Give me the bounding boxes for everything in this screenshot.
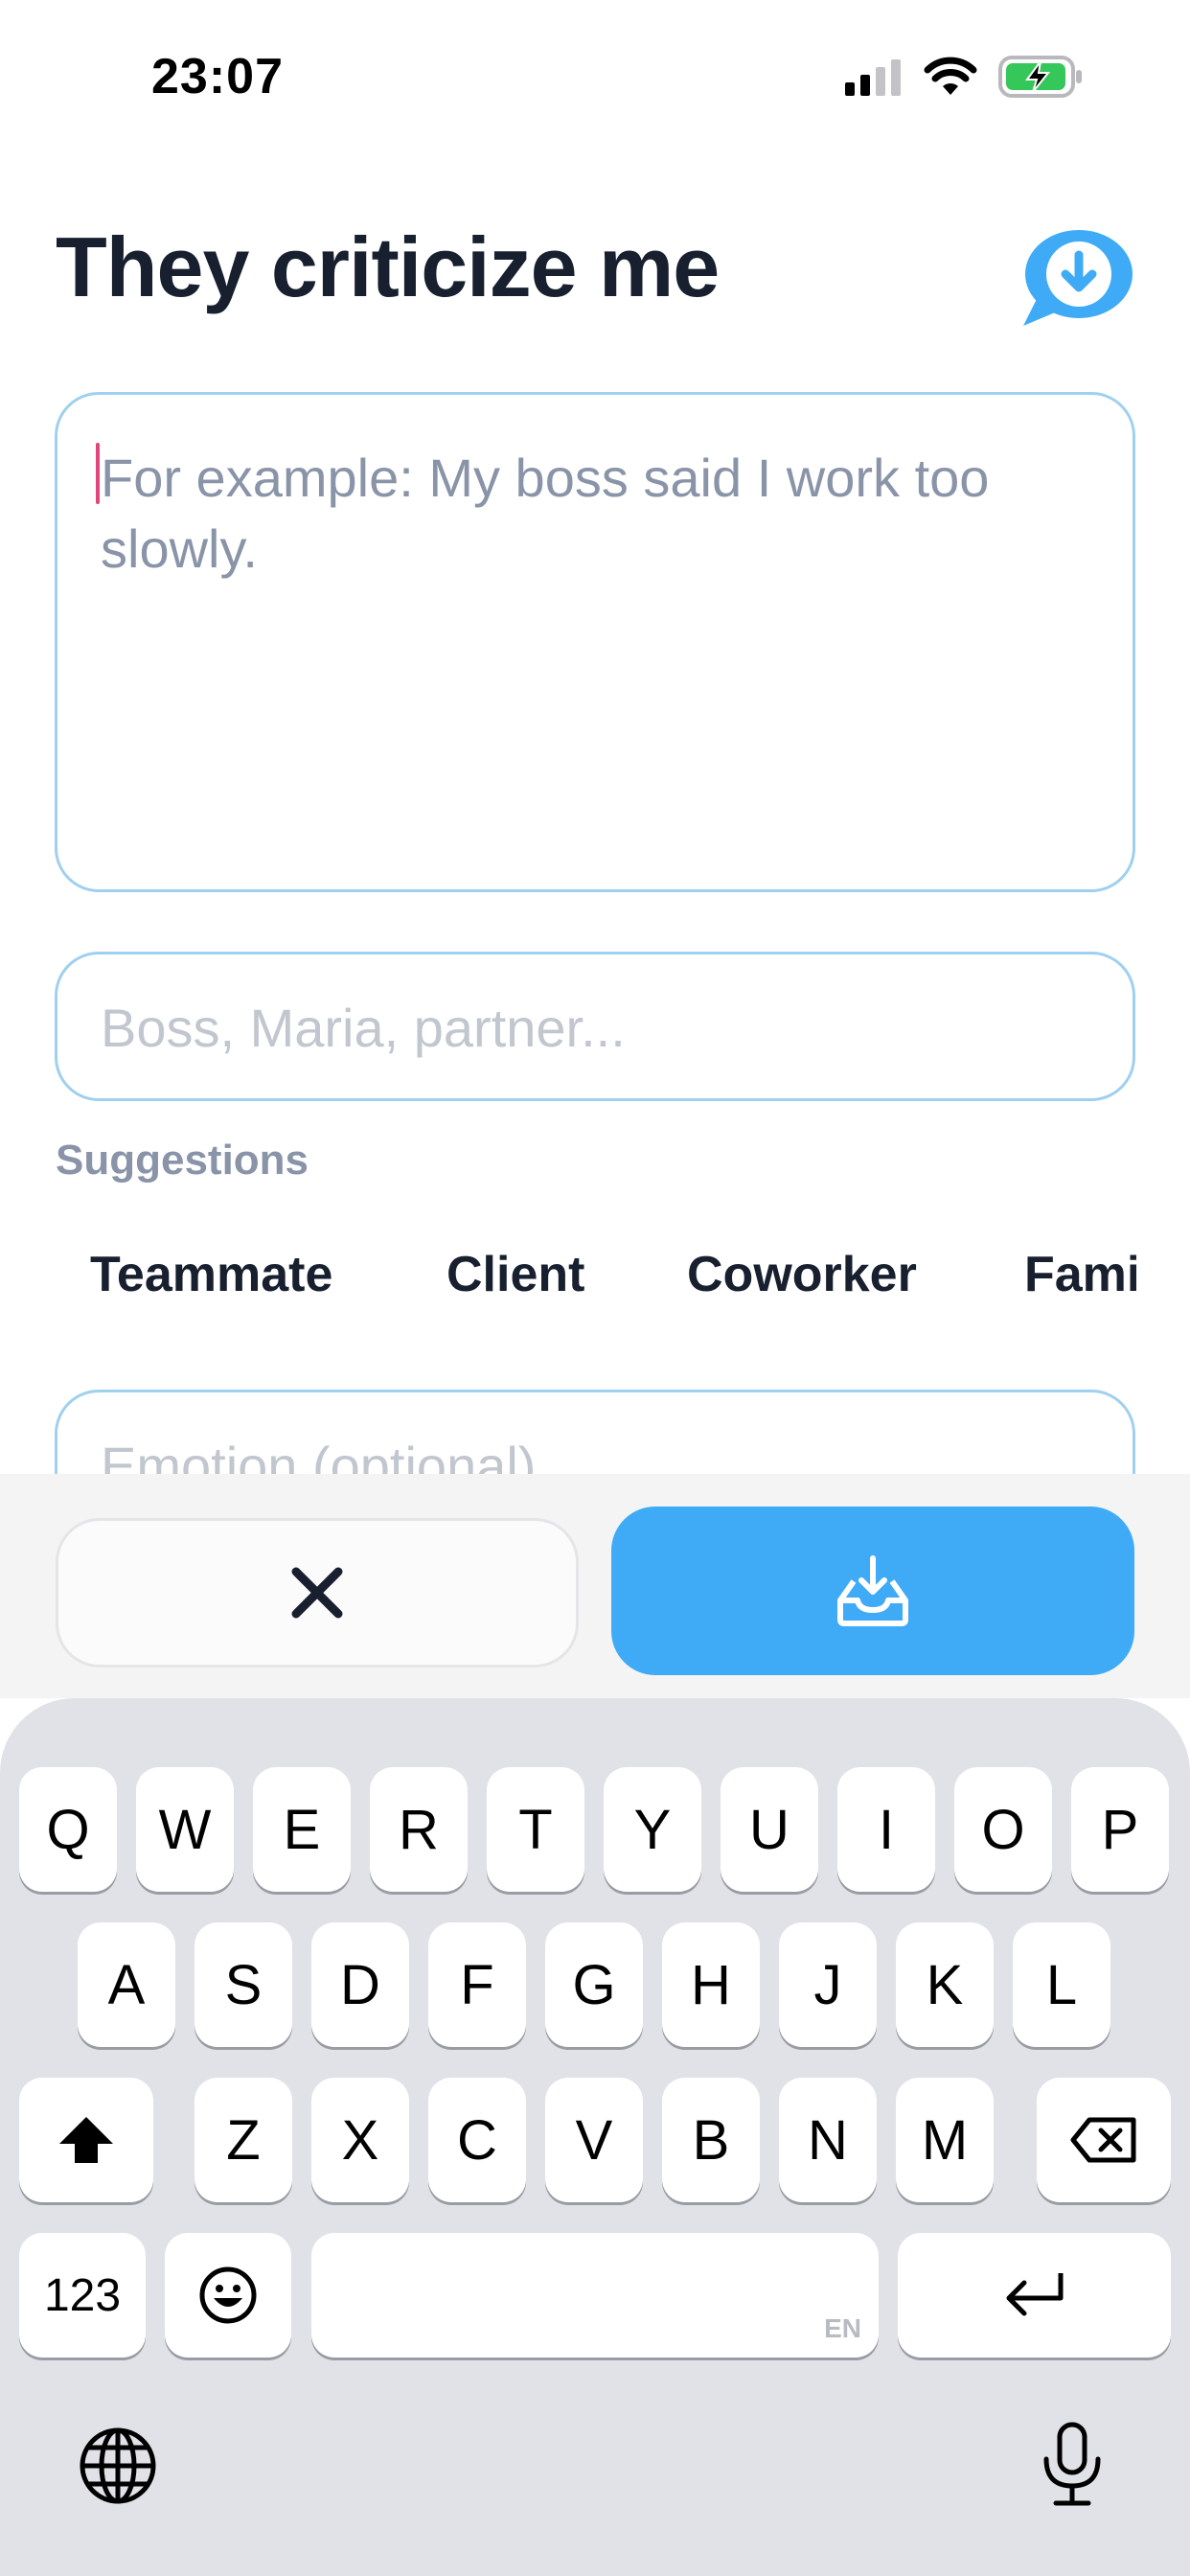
globe-icon[interactable] [79,2426,157,2505]
key-m[interactable]: M [896,2078,994,2202]
suggestion-chips: Teammate Client Coworker Family [56,1217,1136,1332]
key-e[interactable]: E [253,1767,351,1892]
battery-charging-icon [998,56,1082,98]
key-a[interactable]: A [78,1922,175,2047]
who-input[interactable]: Boss, Maria, partner... [55,952,1135,1101]
key-z[interactable]: Z [195,2078,292,2202]
suggestion-chip-coworker[interactable]: Coworker [652,1217,951,1332]
key-k[interactable]: K [896,1922,994,2047]
numbers-key[interactable]: 123 [19,2233,146,2358]
suggestion-chip-client[interactable]: Client [412,1217,619,1332]
cancel-button[interactable] [56,1518,579,1668]
text-caret [96,443,100,504]
shift-key[interactable] [19,2078,153,2202]
shift-arrow-icon [59,2117,113,2163]
key-t[interactable]: T [487,1767,584,1892]
microphone-icon[interactable] [1039,2421,1106,2509]
inbox-download-icon [837,1555,908,1626]
key-c[interactable]: C [428,2078,526,2202]
key-u[interactable]: U [721,1767,818,1892]
key-i[interactable]: I [837,1767,935,1892]
wifi-icon [924,57,977,95]
who-placeholder: Boss, Maria, partner... [101,998,626,1058]
status-time: 23:07 [151,49,284,104]
criticism-placeholder: For example: My boss said I work too slo… [101,448,990,579]
key-p[interactable]: P [1071,1767,1169,1892]
key-r[interactable]: R [370,1767,468,1892]
key-x[interactable]: X [311,2078,409,2202]
history-button[interactable] [1018,226,1136,330]
keyboard-accessory-bar [0,1474,1190,1698]
key-b[interactable]: B [662,2078,760,2202]
suggestion-chip-teammate[interactable]: Teammate [56,1217,367,1332]
chat-download-icon [1023,230,1133,326]
key-l[interactable]: L [1013,1922,1110,2047]
key-d[interactable]: D [311,1922,409,2047]
return-key[interactable] [898,2233,1171,2358]
key-s[interactable]: S [195,1922,292,2047]
key-j[interactable]: J [779,1922,877,2047]
key-n[interactable]: N [779,2078,877,2202]
close-icon [291,1567,343,1619]
key-q[interactable]: Q [19,1767,117,1892]
emoji-icon [199,2266,257,2324]
key-g[interactable]: G [545,1922,643,2047]
key-y[interactable]: Y [604,1767,701,1892]
on-screen-keyboard: Q W E R T Y U I O P A S D F G H J K L Z … [0,1698,1190,2576]
status-bar: 23:07 [0,0,1190,153]
return-arrow-icon [1006,2273,1063,2316]
key-w[interactable]: W [136,1767,234,1892]
emoji-key[interactable] [165,2233,291,2358]
space-key[interactable]: EN [311,2233,879,2358]
key-v[interactable]: V [545,2078,643,2202]
page-title: They criticize me [56,219,720,314]
space-language-label: EN [824,2313,861,2343]
backspace-icon [1070,2117,1136,2163]
criticism-textarea[interactable]: For example: My boss said I work too slo… [55,392,1135,892]
suggestions-label: Suggestions [56,1137,309,1184]
status-icons [845,56,1085,98]
backspace-key[interactable] [1037,2078,1171,2202]
key-o[interactable]: O [954,1767,1052,1892]
save-button[interactable] [611,1506,1134,1675]
suggestion-chip-family[interactable]: Family [990,1217,1136,1332]
key-f[interactable]: F [428,1922,526,2047]
cellular-signal-icon [845,59,901,96]
key-h[interactable]: H [662,1922,760,2047]
